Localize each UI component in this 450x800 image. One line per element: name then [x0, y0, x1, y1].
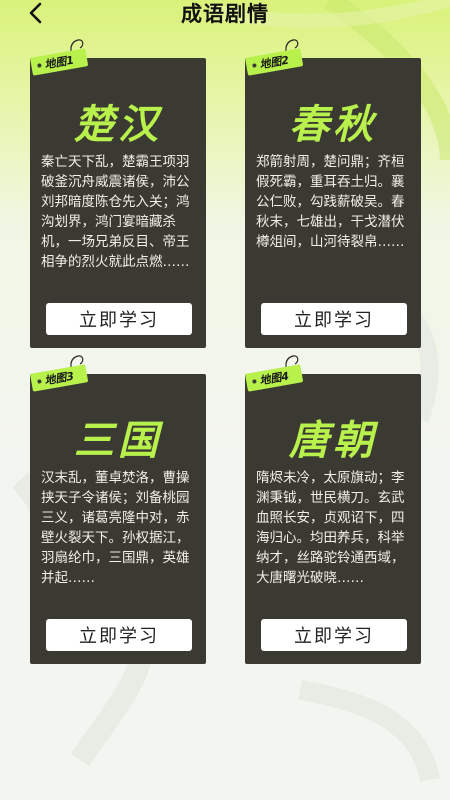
page-title: 成语剧情: [181, 2, 269, 26]
start-learning-button[interactable]: 立即学习: [46, 619, 192, 651]
era-title: 唐朝: [289, 417, 377, 464]
story-card-4[interactable]: 地图4 唐朝 隋烬未冷，太原旗动；李渊秉钺，世民横刀。玄武血照长安，贞观诏下，四…: [245, 355, 421, 664]
start-learning-button[interactable]: 立即学习: [46, 303, 192, 335]
story-card-2[interactable]: 地图2 春秋 郑箭射周，楚问鼎；齐桓假死霸，重耳吞土归。襄公仁败，勾践薪破吴。春…: [245, 39, 421, 348]
map-tag: 地图1: [24, 39, 96, 86]
start-learning-button[interactable]: 立即学习: [261, 619, 407, 651]
map-tag-label: 地图2: [245, 48, 304, 76]
era-title: 楚汉: [74, 101, 162, 148]
map-tag-label: 地图4: [245, 364, 304, 392]
story-description: 郑箭射周，楚问鼎；齐桓假死霸，重耳吞土归。襄公仁败，勾践薪破吴。春秋末，七雄出，…: [256, 154, 405, 250]
start-learning-button[interactable]: 立即学习: [261, 303, 407, 335]
map-tag: 地图3: [24, 355, 96, 402]
map-tag-label: 地图3: [30, 364, 89, 392]
era-title: 三国: [74, 417, 162, 464]
map-tag-label: 地图1: [30, 48, 89, 76]
header-bar: 成语剧情: [0, 0, 450, 36]
map-tag: 地图4: [239, 355, 311, 402]
story-description: 秦亡天下乱，楚霸王项羽破釜沉舟威震诸侯，沛公刘邦暗度陈仓先入关；鸿沟划界，鸿门宴…: [41, 154, 190, 270]
story-description: 隋烬未冷，太原旗动；李渊秉钺，世民横刀。玄武血照长安，贞观诏下，四海归心。均田养…: [256, 470, 405, 586]
story-card-3[interactable]: 地图3 三国 汉末乱，董卓焚洛，曹操挟天子令诸侯；刘备桃园三义，诸葛亮隆中对，赤…: [30, 355, 206, 664]
era-title: 春秋: [289, 101, 377, 148]
story-description: 汉末乱，董卓焚洛，曹操挟天子令诸侯；刘备桃园三义，诸葛亮隆中对，赤壁火裂天下。孙…: [41, 470, 190, 586]
story-card-1[interactable]: 地图1 楚汉 秦亡天下乱，楚霸王项羽破釜沉舟威震诸侯，沛公刘邦暗度陈仓先入关；鸿…: [30, 39, 206, 348]
map-tag: 地图2: [239, 39, 311, 86]
